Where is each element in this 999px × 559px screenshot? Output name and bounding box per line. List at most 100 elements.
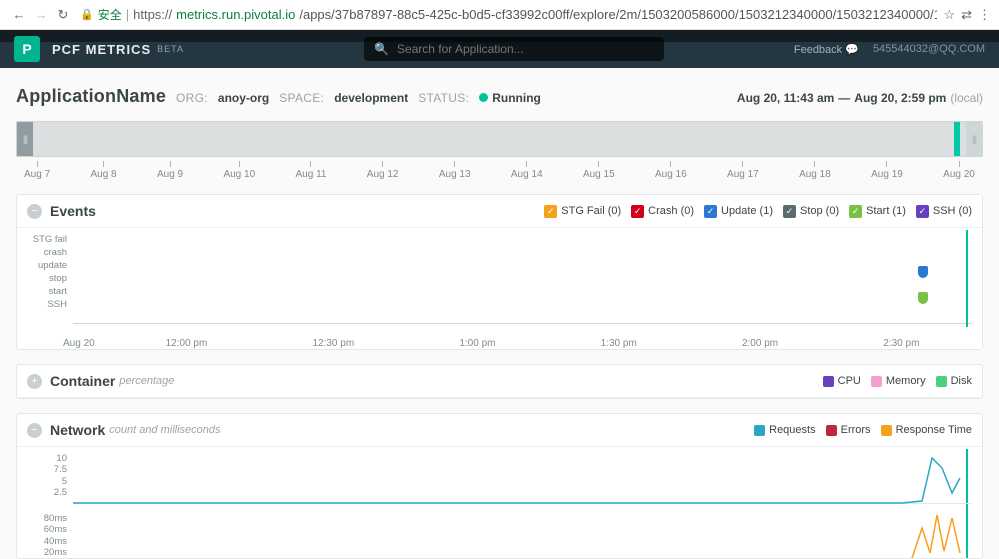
checkbox-icon: ✓	[631, 205, 644, 218]
events-y-axis: STG failcrashupdatestopstartSSH	[27, 234, 73, 324]
events-chart[interactable]	[73, 234, 972, 324]
forward-button[interactable]: →	[30, 4, 52, 26]
y-tick: update	[27, 260, 67, 271]
ruler-tick: Aug 17	[727, 161, 759, 180]
time-range-bar[interactable]: ||| |||	[16, 121, 983, 157]
url-path: /apps/37b87897-88c5-425c-b0d5-cf33992c00…	[299, 7, 937, 22]
event-marker-start[interactable]	[918, 292, 928, 304]
event-marker-update[interactable]	[918, 266, 928, 278]
legend-item[interactable]: ✓ Stop (0)	[783, 205, 839, 218]
network-chart[interactable]	[73, 453, 972, 558]
feedback-link[interactable]: Feedback 💬	[794, 43, 859, 56]
events-title: Events	[50, 203, 96, 219]
reload-button[interactable]: ↻	[52, 4, 74, 26]
extension-icon[interactable]: ⇄	[961, 7, 972, 23]
legend-item[interactable]: Response Time	[881, 424, 972, 436]
legend-item[interactable]: ✓ SSH (0)	[916, 205, 972, 218]
y-tick: 60ms	[27, 524, 67, 535]
ruler-tick: Aug 15	[583, 161, 615, 180]
swatch-icon	[936, 376, 947, 387]
y-tick: 2.5	[27, 487, 67, 498]
x-tick: 2:00 pm	[742, 338, 778, 349]
checkbox-icon: ✓	[544, 205, 557, 218]
container-panel: + Container percentage CPUMemoryDisk	[16, 364, 983, 399]
status-dot-icon	[479, 93, 488, 102]
y-tick: 7.5	[27, 464, 67, 475]
swatch-icon	[823, 376, 834, 387]
container-panel-head: + Container percentage CPUMemoryDisk	[17, 365, 982, 398]
ruler-tick: Aug 12	[367, 161, 399, 180]
app-search[interactable]: 🔍	[364, 37, 664, 61]
collapse-toggle[interactable]: −	[27, 204, 42, 219]
legend-label: Requests	[769, 424, 815, 436]
ruler-tick: Aug 8	[90, 161, 116, 180]
network-sparklines	[73, 453, 972, 558]
brand-text: PCF METRICS	[52, 42, 151, 57]
range-handle-right[interactable]: |||	[966, 122, 982, 156]
ruler-tick: Aug 20	[943, 161, 975, 180]
checkbox-icon: ✓	[916, 205, 929, 218]
brand-beta: BETA	[157, 44, 184, 54]
events-panel-head: − Events ✓STG Fail (0)✓Crash (0)✓Update …	[17, 195, 982, 228]
network-subtitle: count and milliseconds	[109, 424, 220, 436]
swatch-icon	[826, 425, 837, 436]
checkbox-icon: ✓	[704, 205, 717, 218]
x-tick: 12:30 pm	[312, 338, 354, 349]
y-tick: 80ms	[27, 513, 67, 524]
range-handle-left[interactable]: |||	[17, 122, 33, 156]
browser-bar: ← → ↻ 🔒 安全 | https://metrics.run.pivotal…	[0, 0, 999, 30]
legend-item[interactable]: ✓ Crash (0)	[631, 205, 694, 218]
legend-label: SSH (0)	[933, 205, 972, 217]
search-input[interactable]	[397, 42, 654, 56]
menu-icon[interactable]: ⋮	[978, 7, 991, 23]
y-tick: STG fail	[27, 234, 67, 245]
x-tick: 1:30 pm	[601, 338, 637, 349]
legend-item[interactable]: CPU	[823, 375, 861, 387]
events-x-axis: Aug 20 12:00 pm12:30 pm1:00 pm1:30 pm2:0…	[17, 338, 982, 349]
ruler-tick: Aug 18	[799, 161, 831, 180]
legend-item[interactable]: ✓Start (1)	[849, 205, 906, 218]
time-ruler: Aug 7Aug 8Aug 9Aug 10Aug 11Aug 12Aug 13A…	[16, 157, 983, 180]
time-to: Aug 20, 2:59 pm	[854, 91, 946, 105]
swatch-icon	[871, 376, 882, 387]
legend-label: Memory	[886, 375, 926, 387]
legend-label: Errors	[841, 424, 871, 436]
now-line	[966, 230, 968, 327]
checkbox-icon: ✓	[783, 205, 796, 218]
legend-item[interactable]: Disk	[936, 375, 972, 387]
legend-label: Response Time	[896, 424, 972, 436]
brand-logo[interactable]: P	[14, 36, 40, 62]
lock-icon: 🔒	[80, 8, 94, 21]
network-legend: Requests Errors Response Time	[754, 424, 972, 436]
ruler-tick: Aug 9	[157, 161, 183, 180]
y-tick: 40ms	[27, 536, 67, 547]
swatch-icon	[881, 425, 892, 436]
back-button[interactable]: ←	[8, 4, 30, 26]
network-panel: − Network count and milliseconds Request…	[16, 413, 983, 559]
y-tick: start	[27, 286, 67, 297]
ruler-tick: Aug 11	[296, 161, 327, 180]
legend-item[interactable]: Errors	[826, 424, 871, 436]
url-bar[interactable]: 🔒 安全 | https://metrics.run.pivotal.io/ap…	[80, 6, 937, 23]
checkbox-icon: ✓	[849, 205, 862, 218]
legend-item[interactable]: ✓STG Fail (0)	[544, 205, 621, 218]
expand-toggle[interactable]: +	[27, 374, 42, 389]
org-label: ORG:	[176, 91, 208, 105]
user-label[interactable]: 545544032@QQ.COM	[873, 43, 985, 55]
legend-label: Crash (0)	[648, 205, 694, 217]
search-icon: 🔍	[374, 42, 389, 56]
collapse-toggle[interactable]: −	[27, 423, 42, 438]
legend-item[interactable]: Requests	[754, 424, 815, 436]
ruler-tick: Aug 13	[439, 161, 471, 180]
legend-label: Stop (0)	[800, 205, 839, 217]
y-tick: 10	[27, 453, 67, 464]
range-selection-marker[interactable]	[954, 122, 960, 156]
legend-label: Update (1)	[721, 205, 773, 217]
legend-item[interactable]: ✓ Update (1)	[704, 205, 773, 218]
legend-item[interactable]: Memory	[871, 375, 926, 387]
y-tick: crash	[27, 247, 67, 258]
chat-icon: 💬	[845, 44, 859, 56]
star-icon[interactable]: ☆	[943, 7, 955, 23]
network-y-axis: 107.552.580ms60ms40ms20ms	[27, 453, 73, 558]
y-tick: SSH	[27, 299, 67, 310]
